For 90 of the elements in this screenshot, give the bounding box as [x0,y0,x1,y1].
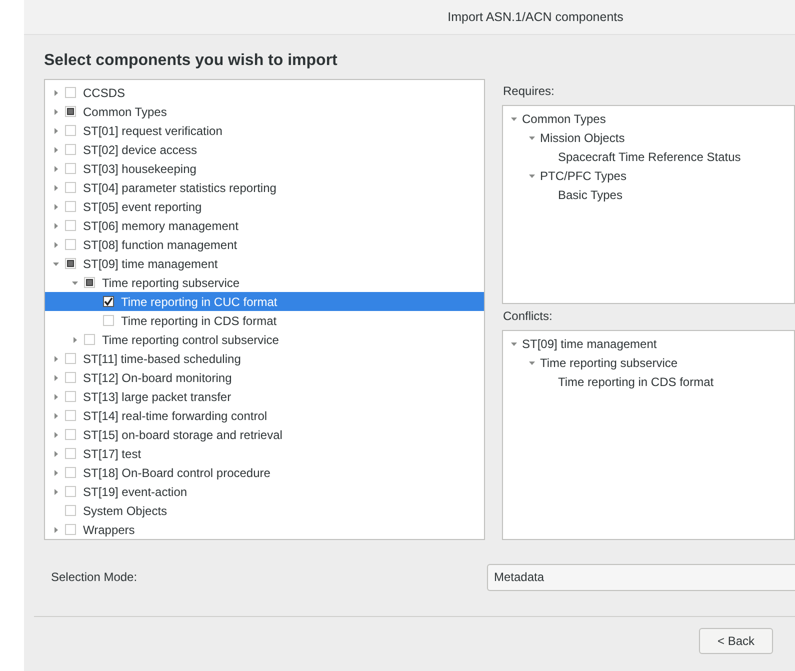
tree-row[interactable]: ST[06] memory management [45,216,484,235]
tree-item-label: Time reporting in CUC format [120,294,278,308]
expander-right-icon[interactable] [53,90,59,96]
back-button[interactable]: < Back [699,628,773,654]
tree-item-label[interactable]: ST[09] time management [82,256,218,270]
tree-row[interactable]: Time reporting subservice [45,273,484,292]
tree-item-label[interactable]: Time reporting subservice [539,356,678,370]
tree-row[interactable]: ST[05] event reporting [45,197,484,216]
tree-row[interactable]: ST[08] function management [45,235,484,254]
tree-item-label[interactable]: Basic Types [557,188,622,202]
tree-row[interactable]: ST[19] event-action [45,482,484,501]
tree-row[interactable]: ST[12] On-board monitoring [45,368,484,387]
tree-item-label[interactable]: ST[03] housekeeping [82,162,196,176]
tree-row[interactable]: Time reporting control subservice [45,330,484,349]
expander-right-icon[interactable] [53,450,59,456]
tree-row[interactable]: ST[09] time management [45,254,484,273]
expander-down-icon[interactable] [529,172,535,178]
tree-row[interactable]: ST[03] housekeeping [45,159,484,178]
tree-item-label[interactable]: ST[13] large packet transfer [82,390,232,404]
tree-item-label[interactable]: System Objects [82,504,168,518]
tree-item-label[interactable]: ST[12] On-board monitoring [82,370,232,384]
tree-item-label[interactable]: ST[01] request verification [82,124,222,138]
tree-item-label[interactable]: ST[04] parameter statistics reporting [82,180,276,194]
window-title: Import ASN.1/ACN components [448,10,624,24]
tree-row[interactable]: CCSDS [45,83,484,102]
expander-right-icon[interactable] [53,394,59,400]
tree-item-label[interactable]: Common Types [521,112,606,126]
tree-item-label[interactable]: Time reporting in CDS format [557,374,714,388]
expander-down-icon[interactable] [529,134,535,140]
expander-right-icon[interactable] [53,488,59,494]
expander-right-icon[interactable] [53,222,59,228]
tree-row[interactable]: ST[14] real-time forwarding control [45,406,484,425]
expander-right-icon[interactable] [53,242,59,248]
tree-row[interactable]: System Objects [45,501,484,520]
tree-row[interactable]: ST[11] time-based scheduling [45,349,484,368]
tree-item-label[interactable]: ST[14] real-time forwarding control [82,408,268,422]
tree-item-label[interactable]: CCSDS [82,86,126,100]
tree-item-label[interactable]: Time reporting control subservice [101,332,279,346]
expander-down-icon[interactable] [72,280,78,286]
tree-item-label[interactable]: Spacecraft Time Reference Status [557,150,741,164]
expander-right-icon[interactable] [53,432,59,438]
expander-right-icon[interactable] [53,412,59,418]
expander-right-icon[interactable] [53,526,59,532]
tree-row[interactable]: Time reporting in CUC format [45,292,484,311]
tree-item-label[interactable]: ST[06] memory management [82,218,238,232]
tree-row[interactable]: ST[13] large packet transfer [45,387,484,406]
expander-down-icon[interactable] [53,260,59,266]
tree-item-label[interactable]: Mission Objects [539,130,625,144]
tree-row[interactable]: ST[02] device access [45,140,484,159]
tree-row[interactable]: Wrappers [45,520,484,539]
tree-item-label[interactable]: Time reporting subservice [101,276,240,290]
expander-right-icon[interactable] [53,108,59,114]
expander-right-icon[interactable] [53,128,59,134]
requires-label: Requires: [503,84,556,99]
expander-right-icon[interactable] [53,356,59,362]
conflicts-label: Conflicts: [503,309,554,324]
tree-item-label[interactable]: ST[02] device access [82,142,198,156]
tree-row[interactable]: ST[18] On-Board control procedure [45,463,484,482]
expander-right-icon[interactable] [53,204,59,210]
selection-mode-dropdown[interactable]: Metadata [487,564,795,590]
tree-item-label[interactable]: ST[11] time-based scheduling [82,352,241,366]
checkbox[interactable] [103,296,114,307]
tree-item-label[interactable]: ST[17] test [82,446,142,460]
tree-item-label[interactable]: Common Types [82,104,167,118]
tree-row[interactable]: ST[01] request verification [45,121,484,140]
dialog-heading: Select components you wish to import [44,52,338,70]
expander-right-icon[interactable] [53,374,59,380]
tree-row[interactable]: Time reporting in CDS format [45,311,484,330]
tree-item-label[interactable]: ST[18] On-Board control procedure [82,466,270,480]
tree-row[interactable]: Common Types [45,102,484,121]
tree-row[interactable]: ST[17] test [45,444,484,463]
tree-item-label[interactable]: Time reporting in CDS format [120,314,277,328]
expander-right-icon[interactable] [53,184,59,190]
expander-down-icon[interactable] [511,116,517,122]
expander-down-icon[interactable] [511,340,517,346]
tree-item-label[interactable]: ST[08] function management [82,238,238,252]
tree-item-label[interactable]: ST[15] on-board storage and retrieval [82,428,282,442]
tree-row[interactable]: ST[15] on-board storage and retrieval [45,425,484,444]
expander-right-icon[interactable] [53,470,59,476]
expander-down-icon[interactable] [529,360,535,366]
tree-item-label[interactable]: Wrappers [82,522,135,536]
expander-right-icon[interactable] [72,336,78,342]
expander-right-icon[interactable] [53,146,59,152]
tree-item-label[interactable]: ST[19] event-action [82,484,188,498]
selection-mode-label: Selection Mode: [51,570,138,584]
tree-item-label[interactable]: ST[05] event reporting [82,200,202,214]
tree-item-label[interactable]: PTC/PFC Types [539,168,626,182]
expander-right-icon[interactable] [53,166,59,172]
tree-item-label[interactable]: ST[09] time management [521,336,657,350]
tree-row[interactable]: ST[04] parameter statistics reporting [45,178,484,197]
